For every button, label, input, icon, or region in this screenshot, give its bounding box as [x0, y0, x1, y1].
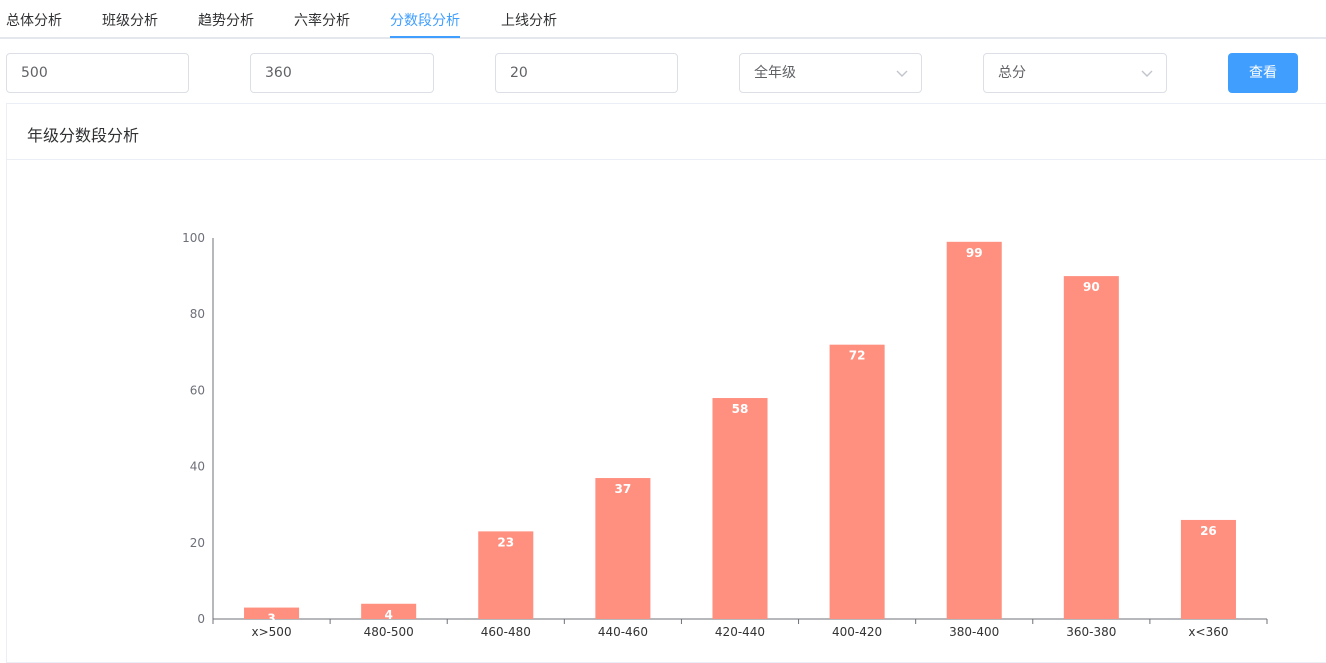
- x-tick-label: 440-460: [598, 625, 648, 639]
- x-tick-label: x<360: [1188, 625, 1228, 639]
- y-tick-label: 20: [190, 536, 205, 550]
- x-tick-label: 420-440: [715, 625, 765, 639]
- bar: [712, 398, 768, 619]
- bar: [595, 478, 651, 619]
- x-tick-label: 460-480: [481, 625, 531, 639]
- bar-data-label: 72: [849, 349, 866, 363]
- bar-data-label: 90: [1083, 280, 1100, 294]
- x-tick-label: 380-400: [949, 625, 999, 639]
- x-tick-label: 360-380: [1066, 625, 1116, 639]
- bar-data-label: 3: [267, 612, 275, 626]
- bar: [829, 344, 885, 619]
- bar-data-label: 58: [732, 402, 749, 416]
- score-band-chart: 020406080100x>500 480-500 460-480 440-460 42…: [182, 231, 1268, 639]
- bar-data-label: 37: [615, 482, 632, 496]
- x-tick-label: 400-420: [832, 625, 882, 639]
- bar-data-label: 23: [497, 535, 514, 549]
- y-tick-label: 0: [197, 612, 205, 626]
- y-tick-label: 100: [182, 231, 205, 245]
- x-tick-label: x>500: [252, 625, 292, 639]
- bar-data-label: 26: [1200, 524, 1217, 538]
- y-tick-label: 60: [190, 383, 205, 397]
- y-tick-label: 40: [190, 460, 205, 474]
- bar: [1063, 276, 1119, 619]
- y-tick-label: 80: [190, 307, 205, 321]
- bar: [946, 241, 1002, 619]
- bar-data-label: 99: [966, 246, 983, 260]
- x-tick-label: 480-500: [364, 625, 414, 639]
- bar-data-label: 4: [384, 608, 392, 622]
